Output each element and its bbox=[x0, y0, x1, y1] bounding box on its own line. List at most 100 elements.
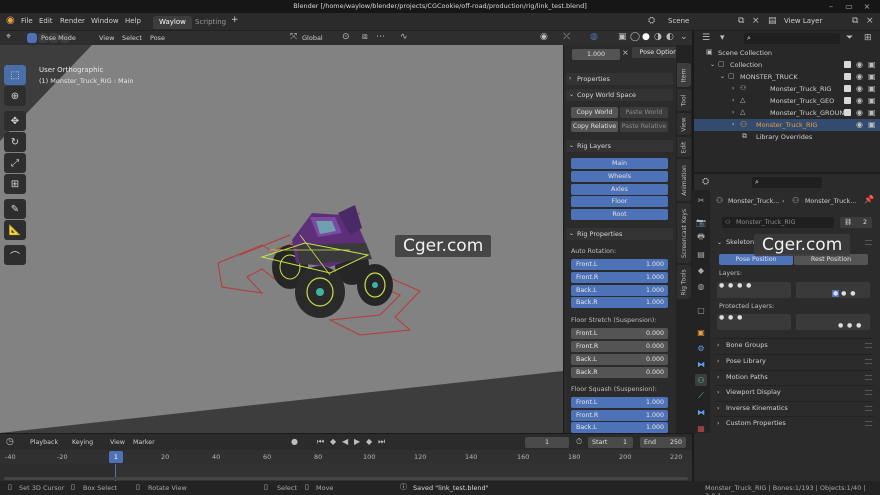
copy-world-button[interactable]: Copy World bbox=[571, 107, 618, 118]
shading-options-icon[interactable]: ⌄ bbox=[680, 33, 688, 42]
properties-panel-header[interactable]: › Properties bbox=[566, 73, 673, 85]
eye-icon[interactable]: ◉ bbox=[856, 85, 863, 93]
outliner-search-input[interactable]: ⌕ bbox=[744, 33, 840, 44]
paste-relative-button[interactable]: Paste Relative bbox=[620, 121, 668, 132]
viewport-display-section-header[interactable]: › Viewport Display bbox=[714, 385, 874, 398]
eye-icon[interactable]: ◉ bbox=[856, 121, 863, 129]
snap-icon[interactable]: ⧈ bbox=[362, 33, 368, 42]
menu-file[interactable]: File bbox=[21, 17, 33, 25]
start-frame-field[interactable]: Start 1 bbox=[588, 437, 633, 448]
menu-playback[interactable]: Playback bbox=[30, 439, 58, 446]
3d-viewport[interactable]: Cger.com bbox=[0, 45, 563, 433]
close-scene-icon[interactable]: × bbox=[752, 17, 760, 26]
end-frame-field[interactable]: End 250 bbox=[640, 437, 686, 448]
prev-keyframe-icon[interactable]: ◆ bbox=[330, 438, 336, 446]
rig-layer-main-button[interactable]: Main bbox=[571, 158, 668, 169]
auto-rotation-back-r-slider[interactable]: Back.R 1.000 bbox=[571, 297, 668, 308]
armature-data-properties-icon[interactable]: ⚇ bbox=[695, 374, 707, 386]
bone-constraint-properties-icon[interactable]: ⧓ bbox=[695, 406, 707, 418]
pin-icon[interactable]: 📌 bbox=[864, 196, 874, 204]
record-icon[interactable]: ● bbox=[291, 438, 298, 446]
auto-rotation-front-r-slider[interactable]: Front.R 1.000 bbox=[571, 272, 668, 283]
eye-icon[interactable]: ◉ bbox=[856, 109, 863, 117]
custom-properties-section-header[interactable]: › Custom Properties bbox=[714, 416, 874, 429]
menu-window[interactable]: Window bbox=[91, 17, 119, 25]
mode-selector[interactable]: Pose Mode bbox=[41, 34, 76, 42]
tool-properties-icon[interactable]: ✂ bbox=[695, 194, 707, 206]
blender-logo-icon[interactable]: ◉ bbox=[6, 16, 15, 26]
filter-icon[interactable]: ⏷ bbox=[846, 34, 853, 43]
jump-start-icon[interactable]: ⏮ bbox=[317, 438, 324, 446]
play-icon[interactable]: ▶ bbox=[354, 438, 360, 446]
snap-target-icon[interactable]: ⋯ bbox=[376, 33, 385, 42]
floor-stretch-back-l-slider[interactable]: Back.L 0.000 bbox=[571, 354, 668, 365]
floor-stretch-front-r-slider[interactable]: Front.R 0.000 bbox=[571, 341, 668, 352]
camera-icon[interactable]: ▣ bbox=[868, 97, 876, 105]
close-icon[interactable]: × bbox=[860, 0, 874, 13]
checkbox-icon[interactable] bbox=[844, 73, 851, 80]
timeline-ruler[interactable]: -40 -20 1 20 40 60 80 100 120 140 160 18… bbox=[0, 450, 692, 464]
overlay-icon[interactable]: ◍ bbox=[590, 33, 598, 42]
cursor-tool-icon[interactable]: ⊕ bbox=[4, 86, 26, 106]
frame-value-field[interactable]: 1.000 bbox=[572, 49, 620, 60]
annotate-tool-icon[interactable]: ✎ bbox=[4, 199, 26, 219]
current-frame-field[interactable]: 1 bbox=[525, 437, 569, 448]
floor-squash-back-l-slider[interactable]: Back.L 1.000 bbox=[571, 422, 668, 433]
properties-editor-icon[interactable]: ⛭ bbox=[702, 178, 709, 187]
measure-tool-icon[interactable]: 📐 bbox=[4, 220, 26, 240]
bone-properties-icon[interactable]: ⟋ bbox=[695, 390, 707, 402]
rig-layer-root-button[interactable]: Root bbox=[571, 209, 668, 220]
checkbox-icon[interactable] bbox=[844, 97, 851, 104]
tab-item[interactable]: Item bbox=[677, 63, 691, 87]
menu-pose[interactable]: Pose bbox=[150, 34, 165, 42]
eye-icon[interactable]: ◉ bbox=[856, 97, 863, 105]
render-properties-icon[interactable]: 📷 bbox=[695, 216, 707, 228]
auto-rotation-back-l-slider[interactable]: Back.L 1.000 bbox=[571, 285, 668, 296]
bone-groups-section-header[interactable]: › Bone Groups bbox=[714, 338, 874, 351]
select-mode-new-icon[interactable] bbox=[27, 33, 37, 43]
armature-layers-grid-right[interactable]: ● ● ● bbox=[796, 282, 870, 298]
next-keyframe-icon[interactable]: ◆ bbox=[366, 438, 372, 446]
new-collection-icon[interactable]: ⊞ bbox=[864, 34, 872, 43]
properties-search-input[interactable]: ⌕ bbox=[752, 177, 822, 188]
minimize-icon[interactable]: – bbox=[824, 0, 838, 13]
auto-rotation-front-l-slider[interactable]: Front.L 1.000 bbox=[571, 259, 668, 270]
scale-tool-icon[interactable]: ⤢ bbox=[4, 153, 26, 173]
tab-scripting[interactable]: Scripting bbox=[189, 16, 232, 29]
floor-squash-front-r-slider[interactable]: Front.R 1.000 bbox=[571, 410, 668, 421]
copy-view-layer-icon[interactable]: ⧉ bbox=[852, 17, 858, 26]
floor-squash-front-l-slider[interactable]: Front.L 1.000 bbox=[571, 397, 668, 408]
expand-icon[interactable]: ⌄ bbox=[710, 59, 715, 71]
pivot-icon[interactable]: ⊙ bbox=[342, 33, 350, 42]
wireframe-shading-icon[interactable]: ◯ bbox=[630, 33, 640, 42]
drag-handle-icon[interactable] bbox=[865, 421, 872, 426]
preview-range-icon[interactable]: ⏱ bbox=[576, 438, 582, 446]
camera-icon[interactable]: ▣ bbox=[868, 121, 876, 129]
scene-properties-icon[interactable]: ◆ bbox=[695, 264, 707, 276]
timeline-scrollbar[interactable] bbox=[4, 477, 688, 480]
world-properties-icon[interactable]: ◍ bbox=[695, 280, 707, 292]
outliner-row[interactable]: › △ Monster_Truck_GEO ◉ ▣ bbox=[694, 95, 880, 107]
outliner-row-selected[interactable]: › ⚇ Monster_Truck_RIG ◉ ▣ bbox=[694, 119, 880, 131]
rig-layer-floor-button[interactable]: Floor bbox=[571, 196, 668, 207]
jump-end-icon[interactable]: ⏭ bbox=[378, 438, 385, 446]
editor-type-icon[interactable]: ⌖ bbox=[6, 33, 11, 42]
timeline-track-area[interactable] bbox=[0, 464, 692, 481]
outliner-row[interactable]: › △ Monster_Truck_GROUN ◉ ▣ bbox=[694, 107, 880, 119]
scene-selector[interactable]: Scene bbox=[668, 17, 689, 25]
expand-icon[interactable]: › bbox=[732, 107, 734, 119]
move-tool-icon[interactable]: ✥ bbox=[4, 111, 26, 131]
menu-timeline-view[interactable]: View bbox=[110, 439, 125, 446]
outliner-display-icon[interactable]: ▾ bbox=[720, 34, 725, 43]
menu-edit[interactable]: Edit bbox=[39, 17, 53, 25]
tab-tool[interactable]: Tool bbox=[677, 89, 691, 111]
collection-properties-icon[interactable]: ▢ bbox=[695, 304, 707, 316]
rig-properties-header[interactable]: ⌄ Rig Properties bbox=[566, 228, 673, 240]
outliner-row[interactable]: ▣ Scene Collection bbox=[694, 47, 880, 59]
play-reverse-icon[interactable]: ◀ bbox=[342, 438, 348, 446]
maximize-icon[interactable]: ▭ bbox=[842, 0, 856, 13]
modifier-properties-icon[interactable]: ⚙ bbox=[695, 342, 707, 354]
armature-data-name-field[interactable]: ⚇ Monster_Truck_RIG bbox=[722, 217, 834, 228]
menu-select[interactable]: Select bbox=[122, 34, 142, 42]
drag-handle-icon[interactable] bbox=[865, 406, 872, 411]
